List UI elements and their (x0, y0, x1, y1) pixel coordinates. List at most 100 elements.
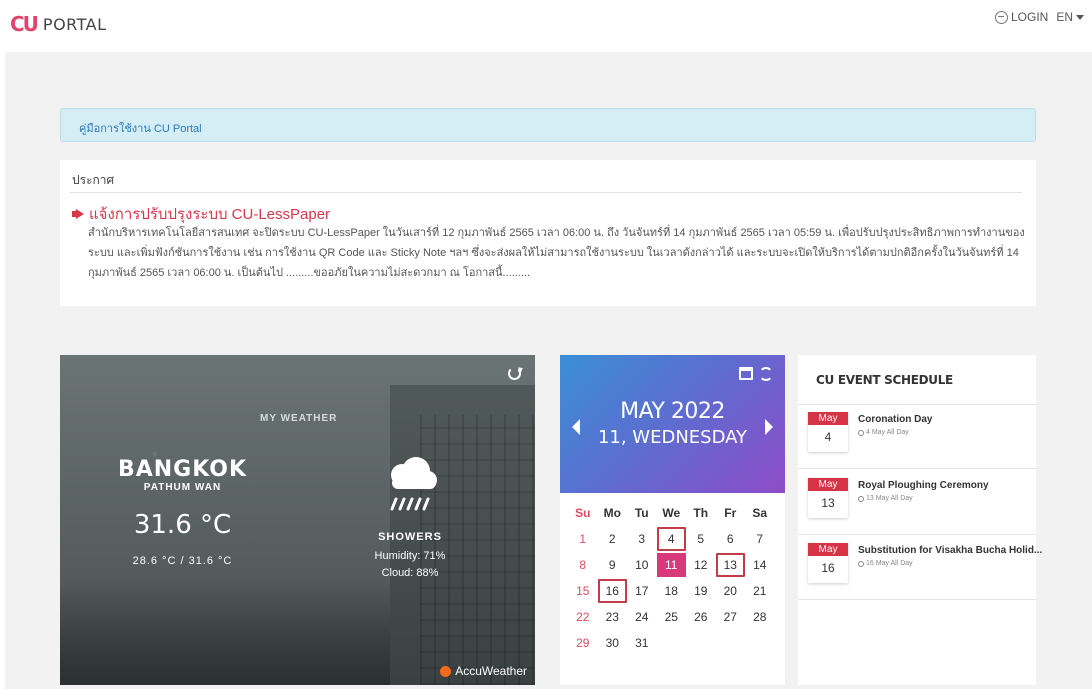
event-day: 4 (824, 430, 832, 444)
event-time-label: 16 May All Day (866, 560, 913, 567)
weekday-label: We (662, 506, 681, 520)
weekday-label: Mo (603, 506, 621, 520)
calendar-day[interactable]: 6 (716, 527, 746, 551)
calendar-week-row: 29 30 31 (568, 631, 780, 657)
next-month-arrow-icon[interactable] (765, 419, 773, 435)
divider (798, 599, 1036, 600)
calendar-day[interactable]: 17 (627, 579, 657, 603)
weather-section-label: MY WEATHER (260, 413, 338, 424)
weather-district: PATHUM WAN (143, 482, 222, 493)
calendar-day[interactable]: 24 (627, 605, 657, 629)
event-month: May (808, 412, 848, 425)
calendar-day[interactable]: 20 (716, 579, 746, 603)
user-guide-link[interactable]: คู่มือการใช้งาน CU Portal (79, 119, 202, 137)
event-schedule-title: CU EVENT SCHEDULE (816, 373, 953, 387)
calendar-day[interactable]: 28 (745, 605, 775, 629)
announcement-panel: ประกาศ แจ้งการปรับปรุงระบบ CU-LessPaper … (60, 160, 1036, 306)
weather-humidity: Humidity: 71% (374, 550, 446, 562)
event-name: Substitution for Visakha Bucha Holid... (858, 545, 1043, 556)
calendar-day[interactable]: 19 (686, 579, 716, 603)
calendar-empty-cell (686, 631, 716, 655)
calendar-day[interactable]: 11 (656, 553, 686, 577)
calendar-day[interactable]: 30 (598, 631, 628, 655)
calendar-day[interactable]: 21 (745, 579, 775, 603)
event-item[interactable]: May 13 Royal Ploughing Ceremony 13 May A… (808, 478, 1034, 528)
language-dropdown[interactable]: EN (1056, 10, 1084, 24)
calendar-day[interactable]: 18 (657, 579, 687, 603)
calendar-week-row: 1234567 (568, 527, 780, 553)
calendar-day[interactable]: 3 (627, 527, 657, 551)
login-label: LOGIN (1010, 10, 1049, 24)
clock-icon (858, 560, 864, 567)
login-button[interactable]: LOGIN (994, 10, 1049, 24)
clock-icon (858, 495, 864, 502)
refresh-icon[interactable] (508, 367, 521, 380)
calendar-day[interactable]: 8 (568, 553, 598, 577)
event-day: 16 (821, 561, 835, 575)
weather-temperature: 31.6 °C (133, 510, 232, 540)
top-bar: CU PORTAL LOGIN EN (0, 0, 1092, 50)
calendar-day[interactable]: 13 (715, 553, 745, 577)
calendar-icon[interactable] (739, 367, 753, 380)
accuweather-logo[interactable]: AccuWeather (440, 664, 527, 678)
calendar-day[interactable]: 27 (716, 605, 746, 629)
calendar-day[interactable]: 16 (597, 579, 627, 603)
weekday-header-row: Su Mo Tu We Th Fr Sa (568, 501, 780, 527)
event-time-label: 13 May All Day (866, 495, 913, 502)
calendar-day[interactable]: 7 (745, 527, 775, 551)
calendar-day[interactable]: 14 (745, 553, 775, 577)
weekday-label: Th (693, 506, 709, 520)
weather-cloud: Cloud: 88% (381, 567, 439, 579)
rain-cloud-icon (390, 457, 437, 511)
cu-portal-logo[interactable]: CU PORTAL (10, 12, 107, 36)
calendar-day[interactable]: 26 (686, 605, 716, 629)
weekday-label: Fr (724, 506, 737, 520)
calendar-day[interactable]: 2 (598, 527, 628, 551)
calendar-actions (739, 367, 773, 381)
event-item[interactable]: May 16 Substitution for Visakha Bucha Ho… (808, 543, 1042, 593)
top-right-actions: LOGIN EN (994, 10, 1084, 24)
calendar-day[interactable]: 25 (657, 605, 687, 629)
portal-logo-text: PORTAL (42, 14, 107, 34)
megaphone-icon (72, 209, 86, 219)
event-time-label: 4 May All Day (866, 429, 909, 436)
calendar-widget: MAY 2022 11, WEDNESDAY Su Mo Tu We Th Fr Sa 1 2 3… (560, 355, 785, 685)
calendar-day[interactable]: 5 (686, 527, 716, 551)
calendar-day[interactable]: 4 (656, 527, 686, 551)
divider (798, 534, 1036, 535)
weekday-label: Su (575, 506, 591, 520)
login-icon (994, 10, 1008, 24)
calendar-header: MAY 2022 11, WEDNESDAY (560, 355, 785, 493)
event-item[interactable]: May 4 Coronation Day 4 May All Day (808, 412, 1034, 462)
user-guide-bar: คู่มือการใช้งาน CU Portal (60, 108, 1036, 142)
announcement-body: สำนักบริหารเทคโนโลยีสารสนเทศ จะปิดระบบ C… (88, 227, 1025, 279)
language-label: EN (1056, 10, 1073, 24)
calendar-empty-cell (716, 631, 746, 655)
event-month: May (808, 478, 848, 491)
weekday-label: Sa (752, 506, 768, 520)
accuweather-sun-icon (440, 665, 452, 677)
calendar-day[interactable]: 1 (568, 527, 598, 551)
calendar-day[interactable]: 12 (686, 553, 716, 577)
calendar-day[interactable]: 22 (568, 605, 598, 629)
weather-condition: SHOWERS (378, 531, 442, 543)
cu-logo-mark: CU (10, 12, 39, 36)
calendar-day[interactable]: 9 (598, 553, 628, 577)
event-date-badge: May 4 (808, 412, 848, 452)
calendar-day[interactable]: 23 (598, 605, 628, 629)
calendar-day[interactable]: 31 (627, 631, 657, 655)
sync-icon[interactable] (759, 367, 773, 381)
background-city (60, 585, 390, 685)
caret-down-icon (1076, 14, 1084, 20)
calendar-day[interactable]: 10 (627, 553, 657, 577)
calendar-week-row: 22 23 24 25 26 27 28 (568, 605, 780, 631)
calendar-week-row: 8 9 10 11 12 13 14 (568, 553, 780, 579)
event-date-badge: May 13 (808, 478, 848, 518)
event-schedule-panel: CU EVENT SCHEDULE May 4 Coronation Day 4… (798, 355, 1042, 685)
event-day: 13 (821, 496, 835, 510)
calendar-day[interactable]: 29 (568, 631, 598, 655)
calendar-selected-day: 11, WEDNESDAY (597, 427, 748, 448)
event-name: Royal Ploughing Ceremony (858, 480, 989, 491)
calendar-day[interactable]: 15 (568, 579, 598, 603)
event-name: Coronation Day (858, 414, 933, 425)
